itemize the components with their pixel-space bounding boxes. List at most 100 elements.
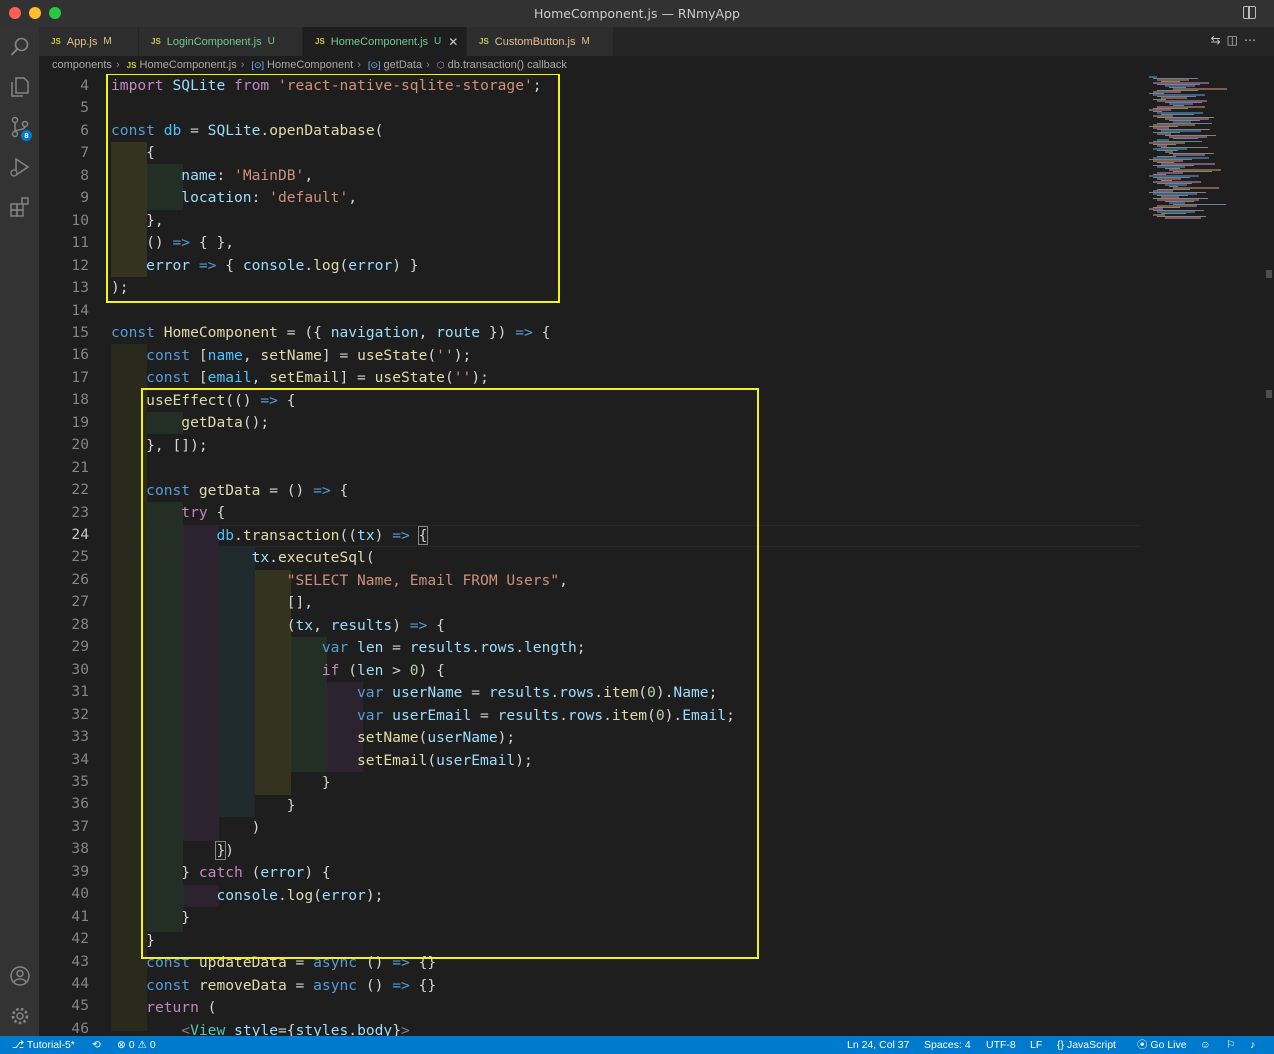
chevron-right-icon: › bbox=[357, 59, 361, 71]
status-bar: ⎇ Tutorial-5* ⟲ ⊗ 0 ⚠ 0 Ln 24, Col 37 Sp… bbox=[0, 1036, 1274, 1054]
code-line: }) bbox=[215, 841, 235, 860]
breadcrumb-symbol-get-data[interactable]: getData bbox=[384, 59, 423, 71]
tab-status: M bbox=[103, 36, 112, 47]
code-line: } bbox=[111, 932, 155, 949]
line-number: 11 bbox=[71, 234, 89, 252]
error-count: 0 bbox=[128, 1039, 135, 1051]
code-line: "SELECT Name, Email FROM Users", bbox=[286, 572, 568, 589]
code-line: if (len > 0) { bbox=[321, 662, 445, 679]
line-number: 18 bbox=[71, 391, 89, 409]
line-number: 4 bbox=[80, 77, 89, 94]
cursor-position[interactable]: Ln 24, Col 37 bbox=[847, 1036, 909, 1054]
tab-bar: JS App.js M JS LoginComponent.js U JS Ho… bbox=[39, 27, 1274, 56]
indentation[interactable]: Spaces: 4 bbox=[924, 1036, 971, 1054]
code-line: setName(userName); bbox=[357, 729, 516, 746]
line-number: 21 bbox=[71, 458, 89, 476]
settings-gear-icon[interactable] bbox=[0, 998, 39, 1034]
code-line: } bbox=[111, 797, 296, 814]
scrollbar-thumb[interactable] bbox=[1266, 270, 1272, 278]
end-of-line[interactable]: LF bbox=[1030, 1036, 1042, 1054]
line-number: 19 bbox=[71, 413, 89, 431]
js-file-icon: JS bbox=[315, 37, 325, 46]
line-number: 13 bbox=[71, 279, 89, 297]
account-icon[interactable] bbox=[0, 958, 39, 994]
js-file-icon: JS bbox=[126, 61, 137, 70]
code-line: }, []); bbox=[111, 437, 208, 454]
files-icon[interactable] bbox=[0, 69, 39, 105]
line-number: 26 bbox=[71, 570, 89, 588]
source-control-badge: 8 bbox=[21, 130, 32, 141]
tab-login-component[interactable]: JS LoginComponent.js U bbox=[139, 27, 303, 56]
line-number: 41 bbox=[71, 907, 89, 925]
code-line: return ( bbox=[146, 999, 217, 1016]
code-line: try { bbox=[181, 504, 226, 521]
search-icon[interactable] bbox=[0, 29, 39, 65]
line-number: 46 bbox=[71, 1019, 89, 1036]
tab-label: App.js bbox=[66, 35, 98, 48]
code-line: var userName = results.rows.item(0).Name… bbox=[357, 684, 718, 701]
compare-changes-icon[interactable]: ⇆ bbox=[1211, 33, 1227, 47]
copilot-icon[interactable]: ☺ bbox=[1200, 1036, 1211, 1054]
tab-status: U bbox=[434, 36, 442, 47]
scrollbar-thumb[interactable] bbox=[1266, 390, 1272, 398]
chevron-right-icon: › bbox=[426, 59, 430, 71]
line-number: 14 bbox=[71, 301, 89, 319]
code-line: useEffect(() => { bbox=[146, 392, 296, 409]
activity-bar: 8 bbox=[0, 27, 39, 1036]
tab-app-js[interactable]: JS App.js M bbox=[39, 27, 139, 56]
line-number: 9 bbox=[80, 189, 89, 207]
line-number: 45 bbox=[71, 997, 89, 1015]
close-tab-icon[interactable]: ✕ bbox=[448, 35, 458, 49]
line-number: 37 bbox=[71, 817, 89, 835]
minimap[interactable] bbox=[1141, 74, 1274, 1036]
code-editor[interactable]: 4 5 6 7 8 9 10 11 12 13 14 15 16 17 18 19 20 21 22 23 24 25 26… bbox=[39, 74, 1141, 1036]
encoding[interactable]: UTF-8 bbox=[986, 1036, 1016, 1054]
line-number: 33 bbox=[71, 728, 89, 746]
line-number: 32 bbox=[71, 705, 89, 723]
problems-indicator[interactable]: ⊗ 0 ⚠ 0 bbox=[117, 1036, 156, 1054]
code-line: (tx, results) => { bbox=[111, 617, 445, 634]
extensions-icon[interactable] bbox=[0, 189, 39, 225]
code-line: ); bbox=[111, 279, 129, 296]
sync-icon[interactable]: ⟲ bbox=[92, 1036, 101, 1054]
go-live-button[interactable]: ⦿ Go Live bbox=[1137, 1036, 1187, 1054]
code-line: error => { console.log(error) } bbox=[146, 257, 419, 274]
notifications-bell-icon[interactable]: ♪ bbox=[1250, 1036, 1255, 1054]
tab-label: HomeComponent.js bbox=[330, 35, 429, 48]
code-line: tx.executeSql( bbox=[251, 549, 375, 566]
breadcrumb: components › JS HomeComponent.js › [⊙] Home… bbox=[39, 56, 1274, 74]
editor-actions: ⇆◫⋯ bbox=[1211, 33, 1262, 47]
warning-count: 0 bbox=[149, 1039, 156, 1051]
breadcrumb-symbol-callback[interactable]: db.transaction() callback bbox=[448, 59, 567, 71]
more-actions-icon[interactable]: ⋯ bbox=[1244, 33, 1262, 47]
breadcrumb-symbol-home-component[interactable]: HomeComponent bbox=[267, 59, 353, 71]
language-mode[interactable]: {} JavaScript bbox=[1057, 1036, 1116, 1054]
variable-symbol-icon: [⊙] bbox=[251, 60, 265, 70]
line-number: 23 bbox=[71, 503, 89, 521]
variable-symbol-icon: [⊙] bbox=[367, 60, 381, 70]
code-line: const [email, setEmail] = useState(''); bbox=[146, 369, 489, 386]
js-file-icon: JS bbox=[51, 37, 61, 46]
tab-home-component[interactable]: JS HomeComponent.js U ✕ bbox=[303, 27, 467, 56]
tab-custom-button[interactable]: JS CustomButton.js M bbox=[467, 27, 614, 56]
code-line: import SQLite from 'react-native-sqlite-… bbox=[111, 77, 542, 94]
breadcrumb-folder[interactable]: components bbox=[52, 59, 112, 71]
braces-icon: {} bbox=[1057, 1039, 1065, 1051]
feedback-icon[interactable]: ⚐ bbox=[1226, 1036, 1235, 1054]
line-number: 7 bbox=[80, 144, 89, 162]
minimap-line bbox=[1173, 154, 1205, 156]
run-debug-icon[interactable] bbox=[0, 149, 39, 185]
code-line: const updateData = async () => {} bbox=[146, 954, 437, 971]
js-file-icon: JS bbox=[479, 37, 489, 46]
source-control-icon[interactable]: 8 bbox=[0, 109, 39, 145]
code-line: getData(); bbox=[181, 414, 270, 431]
breadcrumb-file[interactable]: HomeComponent.js bbox=[140, 59, 237, 71]
code-line: console.log(error); bbox=[216, 887, 384, 904]
branch-indicator[interactable]: ⎇ Tutorial-5* bbox=[12, 1036, 75, 1054]
line-number: 20 bbox=[71, 436, 89, 454]
split-editor-icon[interactable]: ◫ bbox=[1227, 33, 1244, 47]
customize-layout-icon[interactable] bbox=[1243, 6, 1256, 19]
line-number: 12 bbox=[71, 256, 89, 274]
tab-label: LoginComponent.js bbox=[166, 35, 262, 48]
line-number: 16 bbox=[71, 346, 89, 364]
